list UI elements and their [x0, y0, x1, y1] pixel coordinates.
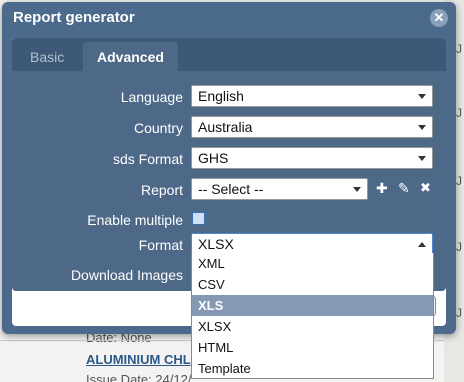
language-row: Language English	[12, 85, 446, 109]
country-label: Country	[133, 120, 183, 136]
format-option-html[interactable]: HTML	[192, 337, 433, 358]
enable-multiple-checkbox[interactable]	[192, 212, 205, 225]
background-product-link[interactable]: ALUMINIUM CHL	[86, 352, 191, 367]
sds-format-select[interactable]: GHS	[191, 147, 433, 169]
bg-letter: J	[456, 306, 462, 320]
download-images-label: Download Images	[70, 267, 183, 283]
tab-advanced[interactable]: Advanced	[83, 42, 178, 73]
plus-icon[interactable]: ✚	[376, 180, 392, 196]
dialog-title: Report generator	[13, 8, 135, 26]
close-icon[interactable]: ✕	[430, 9, 448, 27]
background-issue-date: Issue Date: 24/12/	[86, 372, 192, 382]
format-option-template[interactable]: Template	[192, 358, 433, 379]
report-value: -- Select --	[198, 181, 264, 197]
format-select[interactable]: XLSX	[191, 233, 433, 255]
bg-letter: J	[456, 174, 462, 188]
tab-basic[interactable]: Basic	[16, 42, 78, 73]
format-label: Format	[138, 237, 183, 253]
sds-format-value: GHS	[198, 150, 229, 166]
country-row: Country Australia	[12, 116, 446, 140]
chevron-down-icon	[418, 94, 426, 99]
enable-multiple-label: Enable multiple	[87, 212, 183, 228]
delete-icon[interactable]: ✖	[420, 180, 436, 196]
enable-multiple-row: Enable multiple	[12, 208, 446, 232]
sds-format-row: sds Format GHS	[12, 147, 446, 171]
chevron-down-icon	[418, 156, 426, 161]
language-value: English	[198, 88, 244, 104]
report-row: Report -- Select -- ✚ ✎ ✖	[12, 178, 446, 202]
chevron-down-icon	[353, 187, 361, 192]
language-label: Language	[120, 89, 183, 105]
language-select[interactable]: English	[191, 85, 433, 107]
format-option-xls[interactable]: XLS	[192, 295, 433, 316]
country-select[interactable]: Australia	[191, 116, 433, 138]
country-value: Australia	[198, 119, 253, 135]
format-dropdown-list: XML CSV XLS XLSX HTML Template	[191, 253, 434, 379]
tab-bar: Basic Advanced	[12, 38, 446, 73]
chevron-down-icon	[418, 125, 426, 130]
bg-letter: J	[456, 106, 462, 120]
sds-format-label: sds Format	[112, 151, 183, 167]
chevron-up-icon	[418, 242, 426, 247]
report-select[interactable]: -- Select --	[191, 178, 368, 200]
format-option-csv[interactable]: CSV	[192, 274, 433, 295]
format-option-xlsx[interactable]: XLSX	[192, 316, 433, 337]
format-value: XLSX	[198, 236, 234, 252]
bg-letter: J	[456, 240, 462, 254]
edit-icon[interactable]: ✎	[398, 180, 414, 196]
format-option-xml[interactable]: XML	[192, 253, 433, 274]
report-label: Report	[140, 182, 183, 198]
bg-letter: J	[456, 42, 462, 56]
